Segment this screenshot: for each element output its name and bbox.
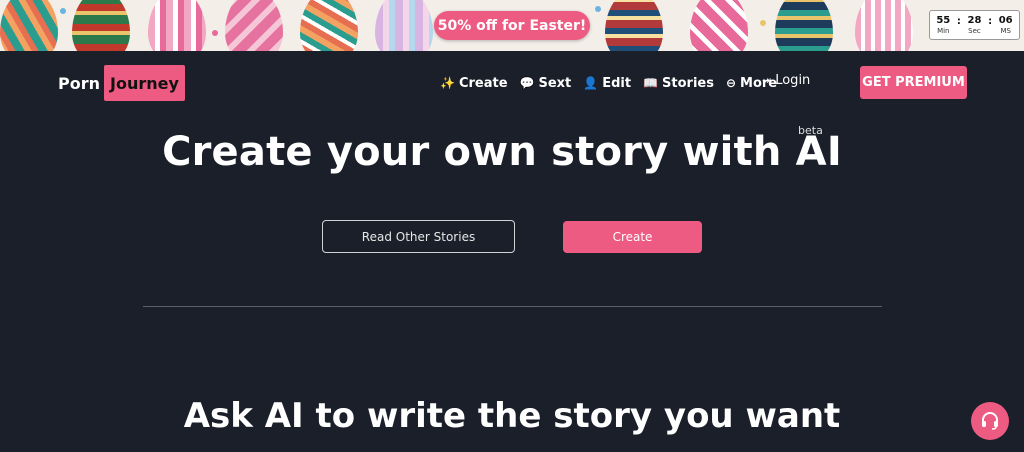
- login-link[interactable]: ⇥ Login: [762, 73, 810, 88]
- easter-egg-decoration: [855, 0, 913, 51]
- countdown-separator: :: [988, 15, 993, 27]
- person-icon: 👤: [583, 76, 599, 90]
- main-content: Porn Journey ✨ Create 💬 Sext 👤 Edit 📖 St…: [0, 51, 1024, 452]
- easter-egg-decoration: [605, 0, 663, 51]
- easter-egg-decoration: [300, 0, 358, 51]
- nav-item-create[interactable]: ✨ Create: [440, 76, 508, 91]
- countdown-value: 28: [967, 14, 982, 26]
- nav-label: Stories: [662, 75, 714, 91]
- confetti-dot: [760, 20, 766, 26]
- main-nav: ✨ Create 💬 Sext 👤 Edit 📖 Stories ⊖ More: [440, 73, 789, 93]
- beta-badge: beta: [798, 124, 823, 137]
- logo-text-highlight: Journey: [104, 65, 185, 101]
- book-icon: 📖: [643, 76, 659, 90]
- countdown-label: MS: [1000, 26, 1011, 35]
- create-button[interactable]: Create: [563, 221, 702, 253]
- easter-egg-decoration: [690, 0, 748, 51]
- easter-egg-decoration: [148, 0, 206, 51]
- logo-text-primary: Porn: [58, 73, 100, 93]
- nav-item-stories[interactable]: 📖 Stories: [643, 76, 714, 91]
- get-premium-button[interactable]: GET PREMIUM: [860, 66, 967, 99]
- easter-egg-decoration: [775, 0, 833, 51]
- countdown-timer: 55 Min : 28 Sec : 06 MS: [929, 10, 1020, 40]
- easter-egg-decoration: [72, 0, 130, 51]
- nav-label: Edit: [602, 75, 632, 91]
- support-chat-button[interactable]: [971, 402, 1009, 440]
- nav-item-edit[interactable]: 👤 Edit: [583, 76, 631, 91]
- nav-item-sext[interactable]: 💬 Sext: [520, 76, 572, 91]
- nav-label: Create: [458, 75, 508, 91]
- easter-egg-decoration: [375, 0, 433, 51]
- section-title: Ask AI to write the story you want: [183, 396, 841, 436]
- countdown-minutes: 55 Min: [936, 14, 951, 35]
- page-title: Create your own story with AI: [162, 129, 842, 175]
- promo-banner[interactable]: 50% off for Easter! 55 Min : 28 Sec : 06…: [0, 0, 1024, 51]
- countdown-label: Sec: [968, 26, 981, 35]
- more-circle-icon: ⊖: [725, 76, 737, 90]
- countdown-seconds: 28 Sec: [967, 14, 982, 35]
- countdown-label: Min: [937, 26, 950, 35]
- chat-bubble-icon: 💬: [519, 76, 535, 90]
- confetti-dot: [212, 30, 218, 36]
- countdown-value: 06: [998, 14, 1013, 26]
- confetti-dot: [595, 6, 601, 12]
- read-other-stories-button[interactable]: Read Other Stories: [322, 220, 515, 253]
- countdown-separator: :: [956, 15, 961, 27]
- easter-egg-decoration: [225, 0, 283, 51]
- section-divider: [143, 306, 882, 307]
- easter-egg-decoration: [0, 0, 58, 51]
- headset-icon: [982, 412, 998, 430]
- nav-label: Sext: [538, 75, 572, 91]
- login-label: Login: [775, 73, 811, 88]
- countdown-value: 55: [936, 14, 951, 26]
- promo-badge[interactable]: 50% off for Easter!: [434, 11, 590, 40]
- confetti-dot: [60, 8, 66, 14]
- sparkles-icon: ✨: [440, 76, 455, 90]
- login-icon: ⇥: [762, 74, 772, 87]
- site-logo[interactable]: Porn Journey: [58, 65, 185, 101]
- countdown-milliseconds: 06 MS: [998, 14, 1013, 35]
